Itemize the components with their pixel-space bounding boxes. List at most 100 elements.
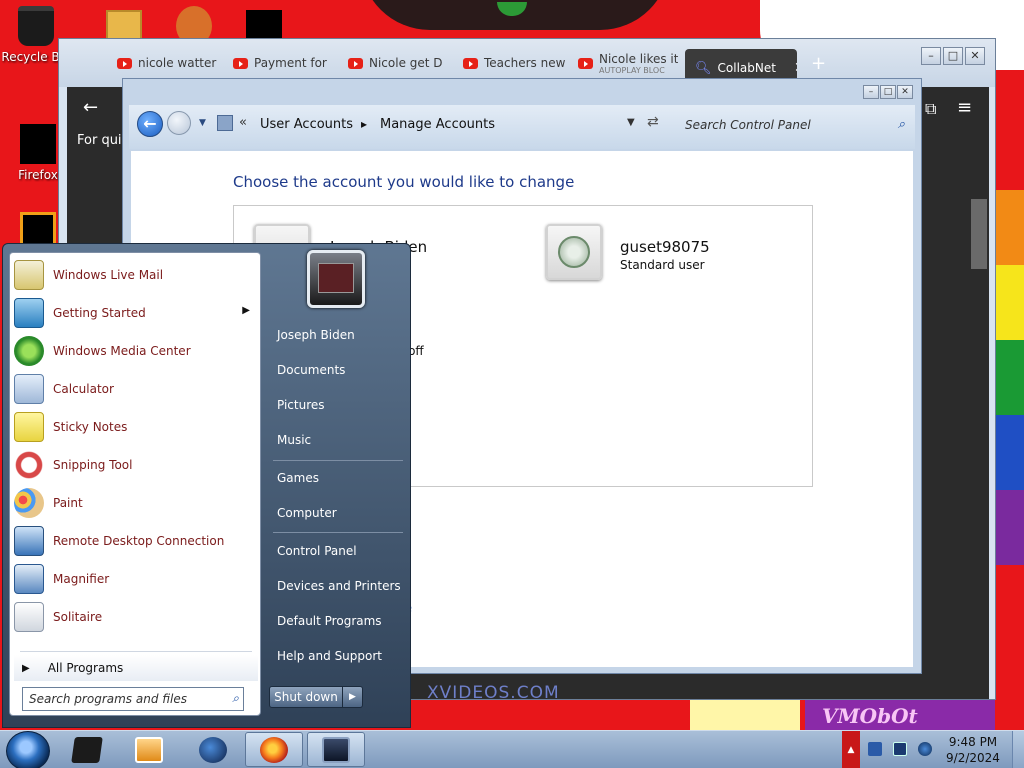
- media-center-icon: [14, 336, 44, 366]
- youtube-icon: [348, 57, 363, 69]
- start-right-devices-and-printers[interactable]: Devices and Printers: [271, 569, 409, 603]
- browser-tab[interactable]: Nicole likes it AUTOPLAY BLOC: [578, 49, 678, 77]
- maximize-button[interactable]: □: [880, 85, 896, 99]
- back-arrow-icon[interactable]: ←: [83, 97, 98, 118]
- browser-window-controls: – □ ✕: [921, 47, 985, 65]
- wallpaper-stripe-purple: [996, 490, 1024, 565]
- search-icon: ⌕: [232, 691, 239, 705]
- start-right-user[interactable]: Joseph Biden: [271, 318, 409, 352]
- search-placeholder: Search Control Panel: [685, 118, 811, 132]
- network-icon[interactable]: [893, 742, 907, 756]
- control-panel-icon: [322, 736, 350, 763]
- maximize-button[interactable]: □: [943, 47, 963, 65]
- tab-title: Teachers new: [484, 56, 566, 70]
- start-item-calculator[interactable]: Calculator: [14, 371, 258, 407]
- close-tab-icon[interactable]: ✕: [794, 60, 797, 76]
- youtube-icon: [578, 57, 593, 69]
- start-item-solitaire[interactable]: Solitaire: [14, 599, 258, 635]
- browser-tab[interactable]: Nicole get D: [348, 49, 448, 77]
- taskbar-app-media-player[interactable]: [120, 732, 178, 767]
- account-type: Standard user: [620, 258, 705, 272]
- shut-down-button[interactable]: Shut down: [269, 686, 343, 708]
- system-clock[interactable]: 9:48 PM 9/2/2024: [938, 734, 1008, 766]
- start-item-getting-started[interactable]: Getting Started ▶: [14, 295, 258, 331]
- forward-button[interactable]: [167, 111, 191, 135]
- firefox-icon: [20, 124, 56, 164]
- breadcrumb-manage-accounts[interactable]: Manage Accounts: [380, 117, 495, 132]
- start-right-control-panel[interactable]: Control Panel: [271, 534, 409, 568]
- start-right-computer[interactable]: Computer: [271, 496, 409, 530]
- recent-pages-dropdown[interactable]: ▼: [199, 118, 206, 128]
- start-item-snipping-tool[interactable]: Snipping Tool: [14, 447, 258, 483]
- back-button[interactable]: ←: [137, 111, 163, 137]
- close-button[interactable]: ✕: [897, 85, 913, 99]
- user-picture[interactable]: [307, 250, 365, 308]
- browser-tab[interactable]: Payment for: [233, 49, 333, 77]
- volume-icon[interactable]: [918, 742, 932, 756]
- start-item-magnifier[interactable]: Magnifier: [14, 561, 258, 597]
- start-button[interactable]: [6, 731, 50, 768]
- all-programs-button[interactable]: ▶ All Programs: [14, 655, 258, 681]
- paint-icon: [14, 488, 44, 518]
- taskbar-app-control-panel[interactable]: [307, 732, 365, 767]
- menu-icon[interactable]: ≡: [957, 97, 972, 118]
- account-avatar[interactable]: [546, 224, 602, 280]
- breadcrumb-user-accounts[interactable]: User Accounts: [260, 117, 353, 132]
- search-programs-input[interactable]: Search programs and files ⌕: [22, 687, 244, 711]
- start-item-windows-live-mail[interactable]: Windows Live Mail: [14, 257, 258, 293]
- start-item-label: Snipping Tool: [53, 458, 133, 472]
- page-title: Choose the account you would like to cha…: [233, 173, 575, 191]
- minimize-button[interactable]: –: [921, 47, 941, 65]
- start-item-label: Paint: [53, 496, 83, 510]
- show-desktop-button[interactable]: [1012, 731, 1024, 768]
- start-right-games[interactable]: Games: [271, 461, 409, 495]
- tab-title-group: Nicole likes it AUTOPLAY BLOC: [599, 52, 678, 75]
- divider: [273, 532, 403, 533]
- account-name[interactable]: guset98075: [620, 238, 710, 256]
- divider: [20, 651, 252, 652]
- start-item-paint[interactable]: Paint: [14, 485, 258, 521]
- chevron-double-icon[interactable]: «: [239, 115, 247, 130]
- search-control-panel-input[interactable]: Search Control Panel ⌕: [679, 113, 911, 137]
- extensions-icon[interactable]: ⧉: [925, 99, 936, 119]
- show-hidden-icons-button[interactable]: ▲: [842, 731, 860, 768]
- youtube-icon: [117, 57, 132, 69]
- solitaire-icon: [14, 602, 44, 632]
- taskbar-app-browser[interactable]: [184, 732, 242, 767]
- tray-shield-icon[interactable]: [868, 742, 882, 756]
- wallpaper-bottom-red: [410, 700, 690, 730]
- magnifier-icon: [14, 564, 44, 594]
- remote-desktop-icon: [14, 526, 44, 556]
- start-right-music[interactable]: Music: [271, 423, 409, 457]
- close-button[interactable]: ✕: [965, 47, 985, 65]
- start-right-help-and-support[interactable]: Help and Support: [271, 639, 409, 673]
- start-right-default-programs[interactable]: Default Programs: [271, 604, 409, 638]
- start-right-documents[interactable]: Documents: [271, 353, 409, 387]
- refresh-icon[interactable]: ⇄: [647, 114, 659, 130]
- start-item-windows-media-center[interactable]: Windows Media Center: [14, 333, 258, 369]
- start-right-pictures[interactable]: Pictures: [271, 388, 409, 422]
- minimize-button[interactable]: –: [863, 85, 879, 99]
- shut-down-options-arrow-icon[interactable]: ▶: [343, 686, 363, 708]
- start-menu-programs-pane: Windows Live Mail Getting Started ▶ Wind…: [9, 252, 261, 716]
- taskbar-app-command[interactable]: [58, 732, 116, 767]
- new-tab-button[interactable]: +: [811, 53, 826, 74]
- tab-title: Payment for: [254, 56, 327, 70]
- start-item-remote-desktop-connection[interactable]: Remote Desktop Connection: [14, 523, 258, 559]
- guest-picture-icon: [558, 236, 590, 268]
- breadcrumb-separator-icon[interactable]: ▸: [361, 117, 367, 131]
- browser-tab[interactable]: nicole watter: [117, 49, 217, 77]
- start-item-sticky-notes[interactable]: Sticky Notes: [14, 409, 258, 445]
- firefox-icon: [260, 736, 288, 763]
- recycle-bin-icon: [18, 6, 54, 46]
- browser-tab[interactable]: Teachers new: [463, 49, 567, 77]
- address-dropdown-icon[interactable]: ▼: [627, 117, 635, 128]
- start-item-label: Magnifier: [53, 572, 110, 586]
- watermark-text: XVIDEOS.COM: [427, 683, 560, 703]
- tab-title: Nicole likes it: [599, 51, 678, 66]
- tab-title: nicole watter: [138, 56, 217, 70]
- scrollbar-thumb[interactable]: [971, 199, 987, 269]
- start-item-label: Solitaire: [53, 610, 103, 624]
- taskbar-app-firefox[interactable]: [245, 732, 303, 767]
- start-item-label: Calculator: [53, 382, 114, 396]
